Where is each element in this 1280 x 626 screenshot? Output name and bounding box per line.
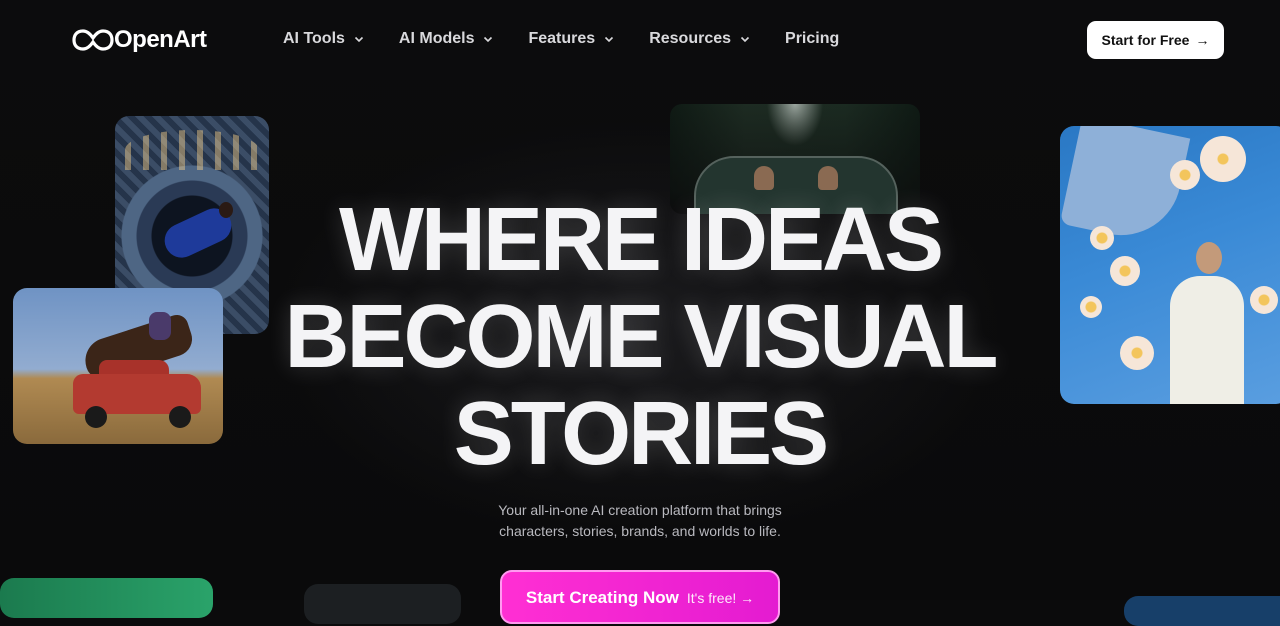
nav-item-resources[interactable]: Resources	[649, 30, 751, 48]
nav-item-label: Resources	[649, 30, 732, 47]
hero-subtitle: Your all-in-one AI creation platform tha…	[440, 500, 840, 542]
arrow-right-icon: →	[740, 590, 755, 606]
hero-line-3: STORIES	[453, 384, 829, 484]
passenger-figure	[754, 166, 774, 190]
hero-line-2: BECOME VISUAL	[284, 287, 998, 387]
hero-line-1: WHERE IDEAS	[338, 190, 944, 290]
its-free-note: It's free! →	[687, 590, 754, 606]
nav-item-pricing[interactable]: Pricing	[785, 30, 839, 48]
hero-subtitle-line-1: Your all-in-one AI creation platform tha…	[498, 502, 782, 518]
brand-logo[interactable]: OpenArt	[72, 26, 207, 54]
brand-name: OpenArt	[114, 26, 207, 53]
chevron-down-icon	[740, 36, 750, 43]
showcase-image-green	[0, 578, 213, 618]
its-free-label: It's free!	[686, 590, 737, 606]
nav-item-label: Pricing	[785, 30, 840, 47]
chevron-down-icon	[484, 36, 493, 43]
showcase-image-dark	[304, 584, 461, 624]
start-for-free-label: Start for Free	[1101, 32, 1190, 48]
hero-subtitle-line-2: characters, stories, brands, and worlds …	[499, 523, 781, 539]
showcase-image-blue	[1124, 596, 1280, 626]
arrow-right-icon: →	[1195, 32, 1210, 48]
nav-item-features[interactable]: Features	[528, 30, 615, 48]
start-for-free-button[interactable]: Start for Free →	[1087, 21, 1224, 59]
chevron-down-icon	[605, 36, 614, 43]
station-lights	[125, 130, 259, 170]
start-creating-now-label: Start Creating Now	[525, 588, 679, 607]
nav-item-ai-models[interactable]: AI Models	[399, 30, 495, 48]
nav-item-ai-tools[interactable]: AI Tools	[283, 30, 365, 48]
main-menu: AI Tools AI Models Features Resources Pr…	[283, 30, 873, 48]
flower	[1170, 160, 1200, 190]
top-nav: OpenArt AI Tools AI Models Features Reso…	[0, 0, 1280, 80]
chevron-down-icon	[354, 36, 363, 43]
hero-headline: WHERE IDEAS BECOME VISUAL STORIES	[0, 192, 1280, 483]
nav-item-label: AI Tools	[283, 30, 345, 47]
start-creating-now-button[interactable]: Start Creating Now It's free! →	[500, 570, 780, 624]
passenger-figure	[818, 166, 838, 190]
nav-item-label: Features	[528, 30, 596, 47]
infinity-icon	[72, 29, 114, 51]
flower	[1200, 136, 1246, 182]
nav-item-label: AI Models	[398, 30, 475, 47]
